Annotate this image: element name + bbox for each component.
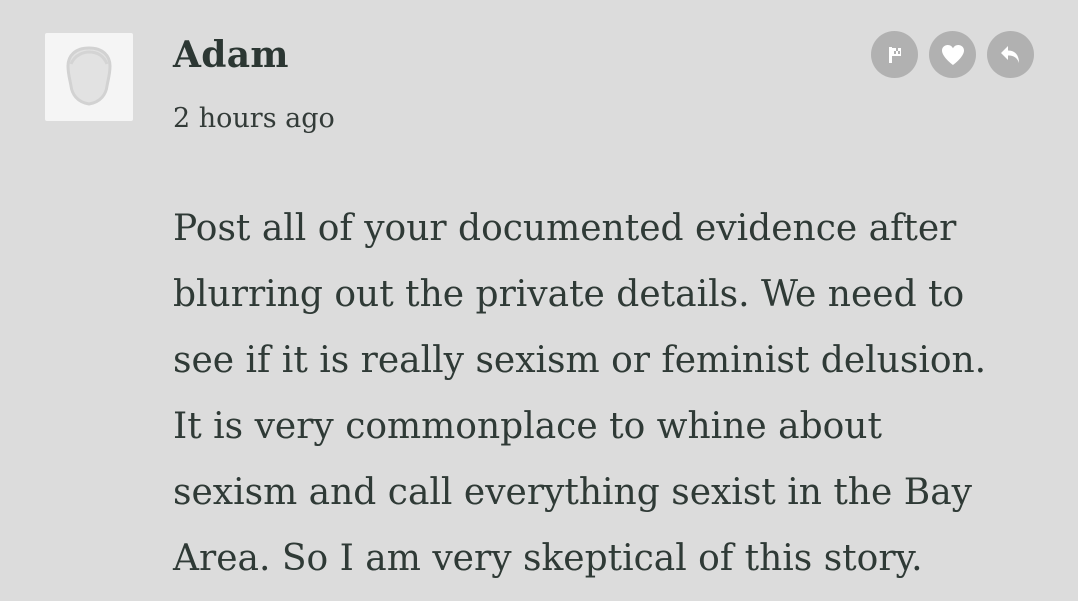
flag-icon (888, 46, 901, 63)
author-name[interactable]: Adam (173, 35, 289, 76)
flag-button[interactable] (871, 31, 918, 78)
comment-body-line: It is very commonplace to whine about (173, 406, 882, 447)
comment-body-line: sexism and call everything sexist in the… (173, 472, 972, 513)
comment-timestamp[interactable]: 2 hours ago (173, 104, 335, 134)
like-button[interactable] (929, 31, 976, 78)
comment-actions (871, 31, 1034, 78)
comment-body-line: see if it is really sexism or feminist d… (173, 340, 987, 381)
avatar[interactable] (45, 33, 133, 121)
heart-icon (941, 44, 964, 65)
default-user-silhouette-icon (66, 46, 112, 106)
reply-button[interactable] (987, 31, 1034, 78)
comment-body-line: Area. So I am very skeptical of this sto… (173, 538, 923, 579)
reply-arrow-icon (1000, 45, 1019, 63)
comment-body-line: Post all of your documented evidence aft… (173, 208, 957, 249)
comment-body-line: blurring out the private details. We nee… (173, 274, 965, 315)
comment: Adam 2 hours ago Post all of your docume… (0, 0, 1078, 601)
comment-body: Post all of your documented evidence aft… (173, 196, 1053, 592)
